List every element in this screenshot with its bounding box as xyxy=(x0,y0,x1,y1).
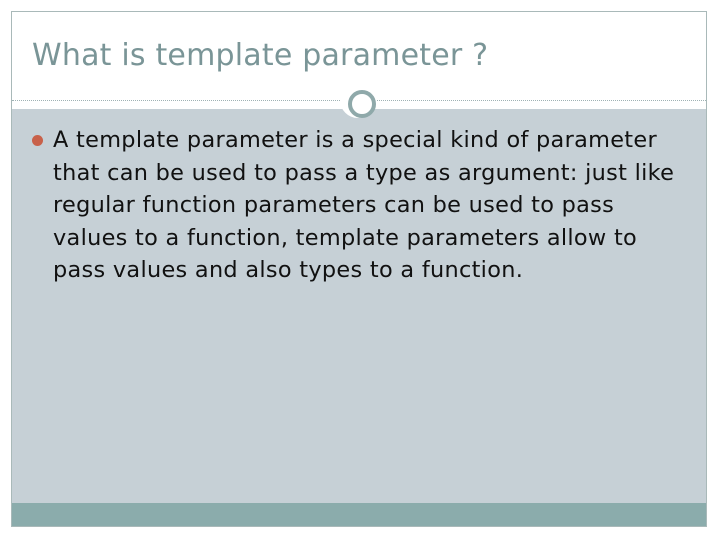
bottom-accent-bar xyxy=(12,503,706,526)
bullet-item: A template parameter is a special kind o… xyxy=(32,124,682,287)
ring-ornament-icon xyxy=(340,82,376,118)
content-area: A template parameter is a special kind o… xyxy=(12,109,706,503)
ornament-ring xyxy=(348,90,376,118)
slide: What is template parameter ? A template … xyxy=(0,0,720,540)
bullet-text: A template parameter is a special kind o… xyxy=(53,127,675,283)
slide-title: What is template parameter ? xyxy=(32,38,489,73)
bullet-list: A template parameter is a special kind o… xyxy=(32,124,682,287)
slide-frame: What is template parameter ? A template … xyxy=(11,11,707,527)
bullet-icon xyxy=(32,135,43,146)
